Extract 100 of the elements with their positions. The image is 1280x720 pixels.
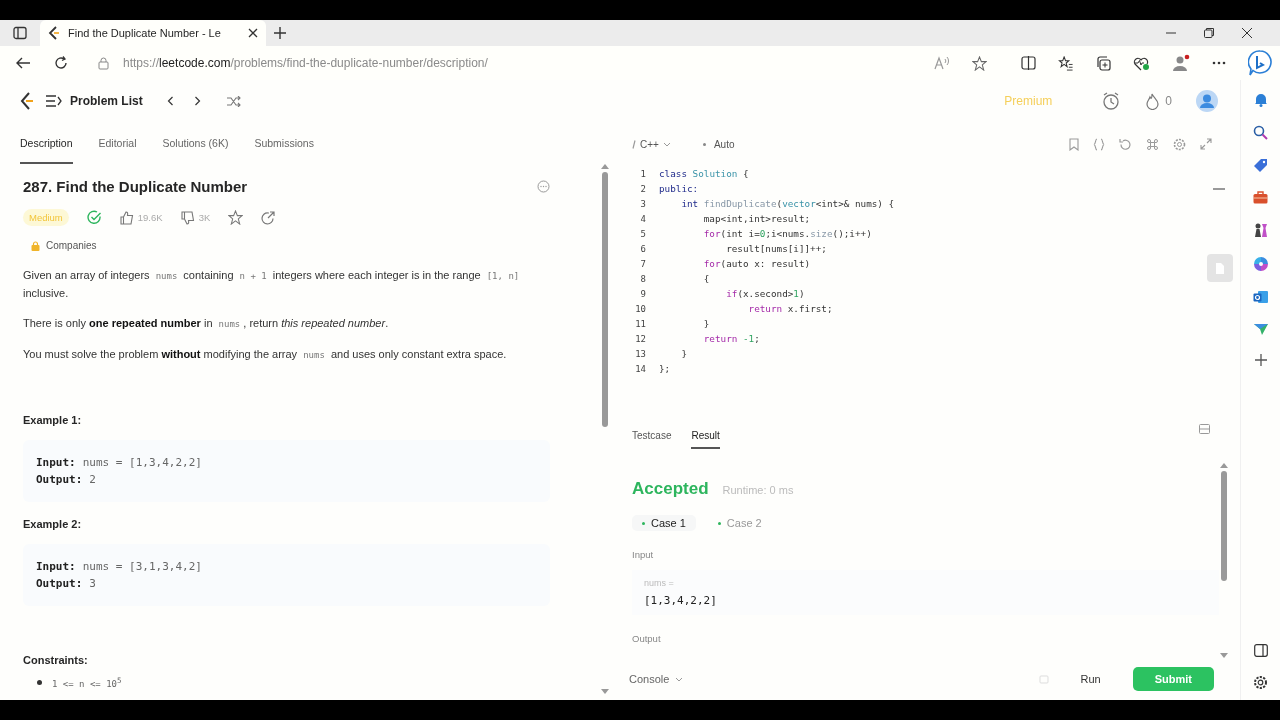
search-icon[interactable]: [1253, 125, 1268, 140]
alarm-clock-icon[interactable]: [1102, 92, 1121, 110]
code-line: for(auto x: result): [702, 258, 811, 269]
language-dropdown[interactable]: C++: [640, 138, 671, 150]
restore-icon[interactable]: [1204, 28, 1214, 38]
settings-icon[interactable]: [1253, 675, 1268, 690]
console-tab[interactable]: Result: [691, 424, 720, 449]
line-number: 2: [639, 183, 646, 194]
difficulty-tag: Medium: [23, 209, 69, 226]
example-heading: Example 1:: [23, 414, 83, 426]
description-paragraph: You must solve the problem without modifying the array nums and uses only constant extra space.: [23, 347, 508, 362]
new-tab-icon[interactable]: [274, 27, 286, 39]
problem-list-link[interactable]: Problem List: [70, 94, 143, 108]
star-icon[interactable]: [972, 55, 987, 71]
line-number: 1: [639, 168, 646, 179]
collections-icon[interactable]: [1096, 55, 1111, 71]
scrollbar[interactable]: [1219, 463, 1228, 658]
code-line: }: [680, 348, 687, 359]
variable-value: [1,3,4,2,2]: [644, 594, 718, 607]
description-paragraph: Given an array of integers nums containing n + 1 integers where each integer is in the range [1, n] inclusive.: [23, 268, 521, 301]
avatar-icon[interactable]: [1196, 90, 1218, 112]
chevron-left-icon[interactable]: [166, 96, 174, 106]
profile-icon[interactable]: [1172, 54, 1190, 72]
input-label: Input:: [36, 456, 76, 469]
console-toggle[interactable]: Console: [629, 673, 684, 685]
swirl-icon[interactable]: [1252, 256, 1269, 272]
code-line: }: [702, 318, 710, 329]
toolbox-icon[interactable]: [1253, 191, 1268, 204]
browser-tab[interactable]: Find the Duplicate Number - Le: [40, 20, 266, 46]
expand-icon[interactable]: [1200, 138, 1212, 150]
flame-icon[interactable]: [1146, 92, 1160, 110]
add-icon[interactable]: [1254, 354, 1267, 366]
tag-icon[interactable]: [1253, 158, 1268, 173]
code-line: for(int i=0;i<nums.size();i++): [702, 228, 872, 239]
bell-icon[interactable]: [1253, 92, 1268, 107]
thumbs-down-icon: [180, 210, 195, 225]
minimap-collapse-icon[interactable]: [1213, 188, 1225, 191]
line-number: 14: [634, 363, 646, 374]
companies-button[interactable]: Companies: [31, 240, 550, 251]
chat-assistant-icon[interactable]: [1248, 50, 1272, 76]
description-paragraph: There is only one repeated number in nums , return this repeated number.: [23, 316, 390, 331]
health-icon[interactable]: [1133, 55, 1150, 71]
list-icon[interactable]: [46, 95, 62, 107]
code-line: public:: [659, 183, 699, 194]
chess-pieces-icon[interactable]: [1253, 222, 1268, 238]
site-logo-icon[interactable]: [20, 92, 34, 110]
command-icon[interactable]: [1146, 137, 1159, 151]
panel-tab[interactable]: Description: [20, 122, 73, 164]
tab-actions-icon[interactable]: [13, 26, 27, 40]
console-tab[interactable]: Testcase: [632, 424, 672, 449]
line-number: 4: [639, 213, 646, 224]
reload-icon[interactable]: [54, 56, 68, 70]
code-line: };: [659, 363, 671, 374]
bullet-icon: [37, 680, 42, 685]
share-icon[interactable]: [261, 210, 276, 225]
line-number: 11: [634, 318, 646, 329]
star-icon[interactable]: [228, 210, 244, 225]
layout-icon[interactable]: [1199, 424, 1210, 434]
run-button[interactable]: Run: [1066, 667, 1115, 691]
mail-app-icon[interactable]: [1252, 290, 1269, 305]
code-line: map<int,int>result;: [702, 213, 811, 224]
line-number: 6: [639, 243, 646, 254]
input-value: nums = [1,3,4,2,2]: [82, 456, 202, 469]
more-icon[interactable]: [1212, 61, 1226, 65]
line-number: 12: [634, 333, 646, 344]
thumbs-up-icon: [119, 210, 134, 225]
test-case-tab[interactable]: Case 1: [632, 515, 696, 531]
lock-icon[interactable]: [98, 56, 109, 70]
favorites-icon[interactable]: [1058, 55, 1074, 71]
address-field[interactable]: https://leetcode.com/problems/find-the-duplicate-number/description/: [123, 56, 488, 70]
result-status: Accepted: [632, 479, 709, 499]
input-value: nums = [3,1,3,4,2]: [82, 560, 202, 573]
caret-icon: [662, 141, 671, 147]
split-screen-icon[interactable]: [1021, 56, 1036, 70]
braces-icon[interactable]: [1093, 137, 1105, 151]
panel-tab[interactable]: Submissions: [254, 122, 314, 164]
sidebar-toggle-icon[interactable]: [1253, 644, 1268, 657]
panel-tab[interactable]: Editorial: [98, 122, 137, 164]
caret-icon: [675, 676, 684, 682]
shuffle-icon[interactable]: [226, 95, 241, 107]
read-aloud-icon[interactable]: [934, 56, 950, 70]
chevron-right-icon[interactable]: [193, 96, 201, 106]
bookmark-icon[interactable]: [1069, 137, 1079, 151]
constraint-text: 1 <= n <= 10$^{5}$: [52, 676, 122, 689]
code-line: if(x.second>1): [725, 288, 805, 299]
example-heading: Example 2:: [23, 518, 83, 530]
panel-tab[interactable]: Solutions (6K): [162, 122, 229, 164]
output-label: Output:: [36, 577, 83, 590]
reset-icon[interactable]: [1119, 137, 1132, 151]
output-label: Output:: [36, 473, 83, 486]
streak-count: 0: [1165, 94, 1172, 108]
send-icon[interactable]: [1252, 323, 1269, 336]
close-icon[interactable]: [248, 28, 258, 38]
auto-mode-toggle[interactable]: Auto: [702, 138, 735, 150]
line-number: 5: [639, 228, 646, 239]
close-window-icon[interactable]: [1242, 28, 1252, 38]
back-icon[interactable]: [16, 57, 30, 69]
output-heading: Output: [632, 633, 662, 644]
line-number: 7: [639, 258, 646, 269]
output-value: 3: [89, 577, 96, 590]
